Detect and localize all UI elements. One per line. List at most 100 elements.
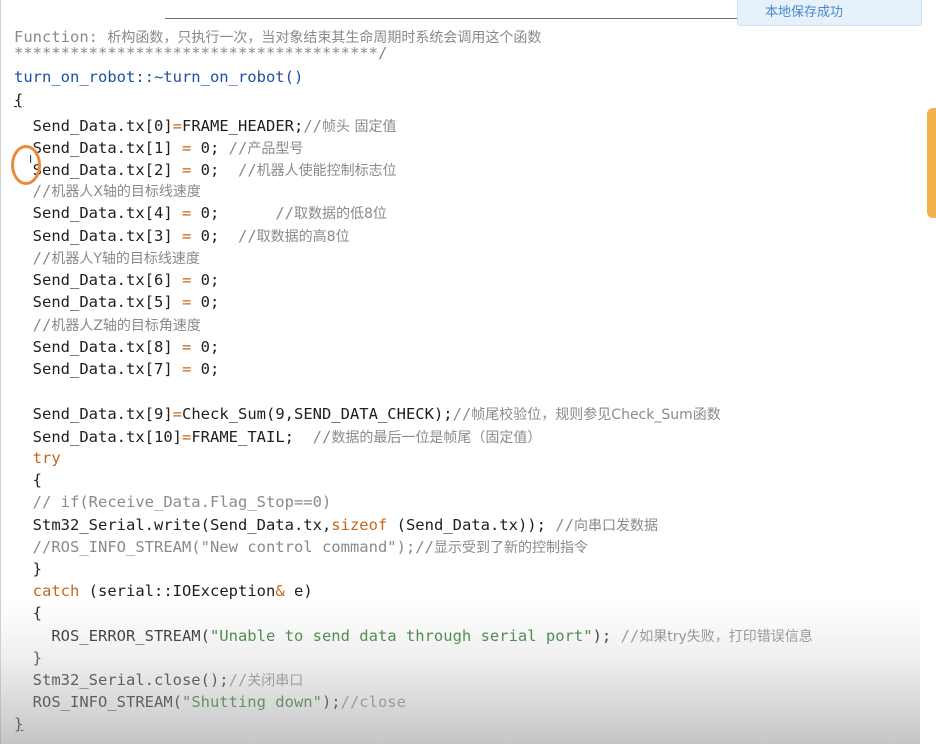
brace: }: [14, 715, 24, 733]
code-token: 0;: [191, 293, 220, 311]
comment-marker: //: [555, 516, 574, 534]
code-token: 0;: [191, 360, 220, 378]
comment-marker: //: [32, 316, 52, 334]
code-token: Send_Data.tx[8]: [32, 338, 182, 356]
code-token: Stm32_Serial.close();: [32, 671, 229, 689]
code-line-close-brace: }: [14, 713, 23, 735]
brace: }: [32, 560, 43, 578]
comment-marker: //: [32, 182, 52, 200]
code-line: catch (serial::IOException& e): [14, 580, 313, 602]
code-token: FRAME_HEADER;: [182, 117, 304, 135]
code-line: Stm32_Serial.close();//关闭串口: [14, 669, 304, 691]
code-token: 0;: [191, 227, 238, 245]
string-literal: "Unable to send data through serial port…: [209, 627, 593, 645]
code-token: );: [592, 627, 621, 645]
code-line: //机器人X轴的目标线速度: [14, 180, 201, 202]
code-line: Send_Data.tx[2] = 0; //机器人使能控制标志位: [14, 159, 397, 181]
comment-text: 机器人Z轴的目标角速度: [51, 318, 201, 334]
code-token: Send_Data.tx[5]: [32, 293, 182, 311]
code-line: try: [14, 447, 61, 469]
comment-marker: //: [238, 227, 257, 245]
code-operator: &: [275, 582, 285, 600]
text-cursor-icon: I: [29, 153, 33, 166]
code-token: Send_Data.tx[10]: [32, 428, 182, 446]
code-token: Send_Data.tx[6]: [32, 271, 182, 289]
comment-marker: //: [238, 161, 257, 179]
code-token: );: [321, 693, 341, 711]
code-line: Stm32_Serial.write(Send_Data.tx,sizeof (…: [14, 514, 658, 536]
code-token: 0;: [191, 338, 220, 356]
code-line: //机器人Y轴的目标线速度: [14, 247, 200, 269]
code-line: Send_Data.tx[8] = 0;: [14, 336, 220, 358]
code-token: 0;: [191, 161, 238, 179]
code-token: FRAME_TAIL;: [191, 428, 313, 446]
code-operator: =: [181, 227, 192, 245]
code-operator: =: [181, 360, 192, 378]
code-token: (Send_Data.tx));: [387, 516, 556, 534]
comment-text: 取数据的低8位: [294, 206, 387, 222]
toast-text: 本地保存成功: [765, 5, 844, 20]
code-line: Send_Data.tx[7] = 0;: [14, 358, 220, 380]
save-success-toast: 本地保存成功: [737, 0, 922, 26]
comment-marker: //: [275, 204, 294, 222]
code-line-stars: ***************************************/: [14, 42, 387, 64]
code-line: Send_Data.tx[9]=Check_Sum(9,SEND_DATA_CH…: [14, 403, 721, 425]
comment-text: 取数据的高8位: [256, 229, 350, 245]
brace: {: [32, 471, 43, 489]
code-line: {: [14, 469, 42, 491]
code-line-open-brace: {: [14, 89, 23, 111]
code-token: 0;: [191, 271, 220, 289]
code-token: Send_Data.tx[1]: [32, 139, 182, 157]
code-line: //ROS_INFO_STREAM("New control command")…: [14, 536, 588, 558]
keyword-catch: catch: [32, 582, 80, 600]
comment-text: 向串口发数据: [573, 518, 658, 534]
code-editor[interactable]: Function: 析构函数，只执行一次，当对象结束其生命周期时系统会调用这个函…: [0, 0, 921, 744]
code-token: Send_Data.tx[9]: [32, 405, 173, 423]
code-line: Send_Data.tx[10]=FRAME_TAIL; //数据的最后一位是帧…: [14, 426, 542, 448]
code-line: Send_Data.tx[3] = 0; //取数据的高8位: [14, 225, 350, 247]
code-token: ROS_ERROR_STREAM(: [51, 627, 210, 645]
code-token: Stm32_Serial.write(Send_Data.tx,: [32, 516, 332, 534]
comment-text: //close: [340, 693, 406, 711]
comment-marker: //: [620, 627, 640, 645]
comment-text: 如果try失败，打印错误信息: [639, 629, 813, 645]
brace: {: [32, 604, 43, 622]
code-token: Send_Data.tx[0]: [32, 117, 173, 135]
comment-code: //ROS_INFO_STREAM("New control command")…: [32, 538, 434, 556]
code-line: Send_Data.tx[0]=FRAME_HEADER;//帧头 固定值: [14, 115, 397, 137]
code-token: Send_Data.tx[3]: [32, 227, 182, 245]
code-line: {: [14, 602, 42, 624]
code-token: ROS_INFO_STREAM(: [32, 693, 182, 711]
comment-marker: //: [312, 428, 332, 446]
keyword-sizeof: sizeof: [331, 516, 388, 534]
comment-text: 数据的最后一位是帧尾（固定值）: [331, 430, 542, 446]
code-operator: =: [181, 204, 192, 222]
code-token: Check_Sum(9,SEND_DATA_CHECK);: [182, 405, 453, 423]
code-token: (serial::IOException: [79, 582, 276, 600]
code-line: }: [14, 647, 42, 669]
code-token: Send_Data.tx[7]: [32, 360, 182, 378]
code-operator: =: [181, 428, 192, 446]
code-token: 0;: [191, 139, 229, 157]
code-line: // if(Receive_Data.Flag_Stop==0): [14, 491, 332, 513]
code-token: Send_Data.tx[4]: [32, 204, 182, 222]
comment-text: 显示受到了新的控制指令: [433, 540, 588, 556]
comment-marker: //: [303, 117, 322, 135]
code-operator: =: [181, 271, 192, 289]
code-token: Send_Data.tx[2]: [32, 161, 182, 179]
code-operator: =: [181, 161, 192, 179]
code-line: ROS_INFO_STREAM("Shutting down");//close: [14, 691, 406, 713]
comment-text: 机器人X轴的目标线速度: [51, 184, 201, 200]
comment-text: 关闭串口: [247, 673, 304, 689]
comment-marker: //: [452, 405, 472, 423]
brace: {: [14, 91, 24, 109]
code-line: Send_Data.tx[1] = 0; //产品型号: [14, 137, 304, 159]
code-line: Send_Data.tx[4] = 0; //取数据的低8位: [14, 202, 387, 224]
code-line: //机器人Z轴的目标角速度: [14, 314, 201, 336]
brace: }: [32, 649, 43, 667]
comment-marker: //: [228, 139, 248, 157]
code-operator: =: [172, 405, 182, 423]
side-feedback-tab[interactable]: [927, 108, 936, 218]
code-line: }: [14, 558, 42, 580]
comment-stars: ***************************************/: [14, 44, 388, 62]
